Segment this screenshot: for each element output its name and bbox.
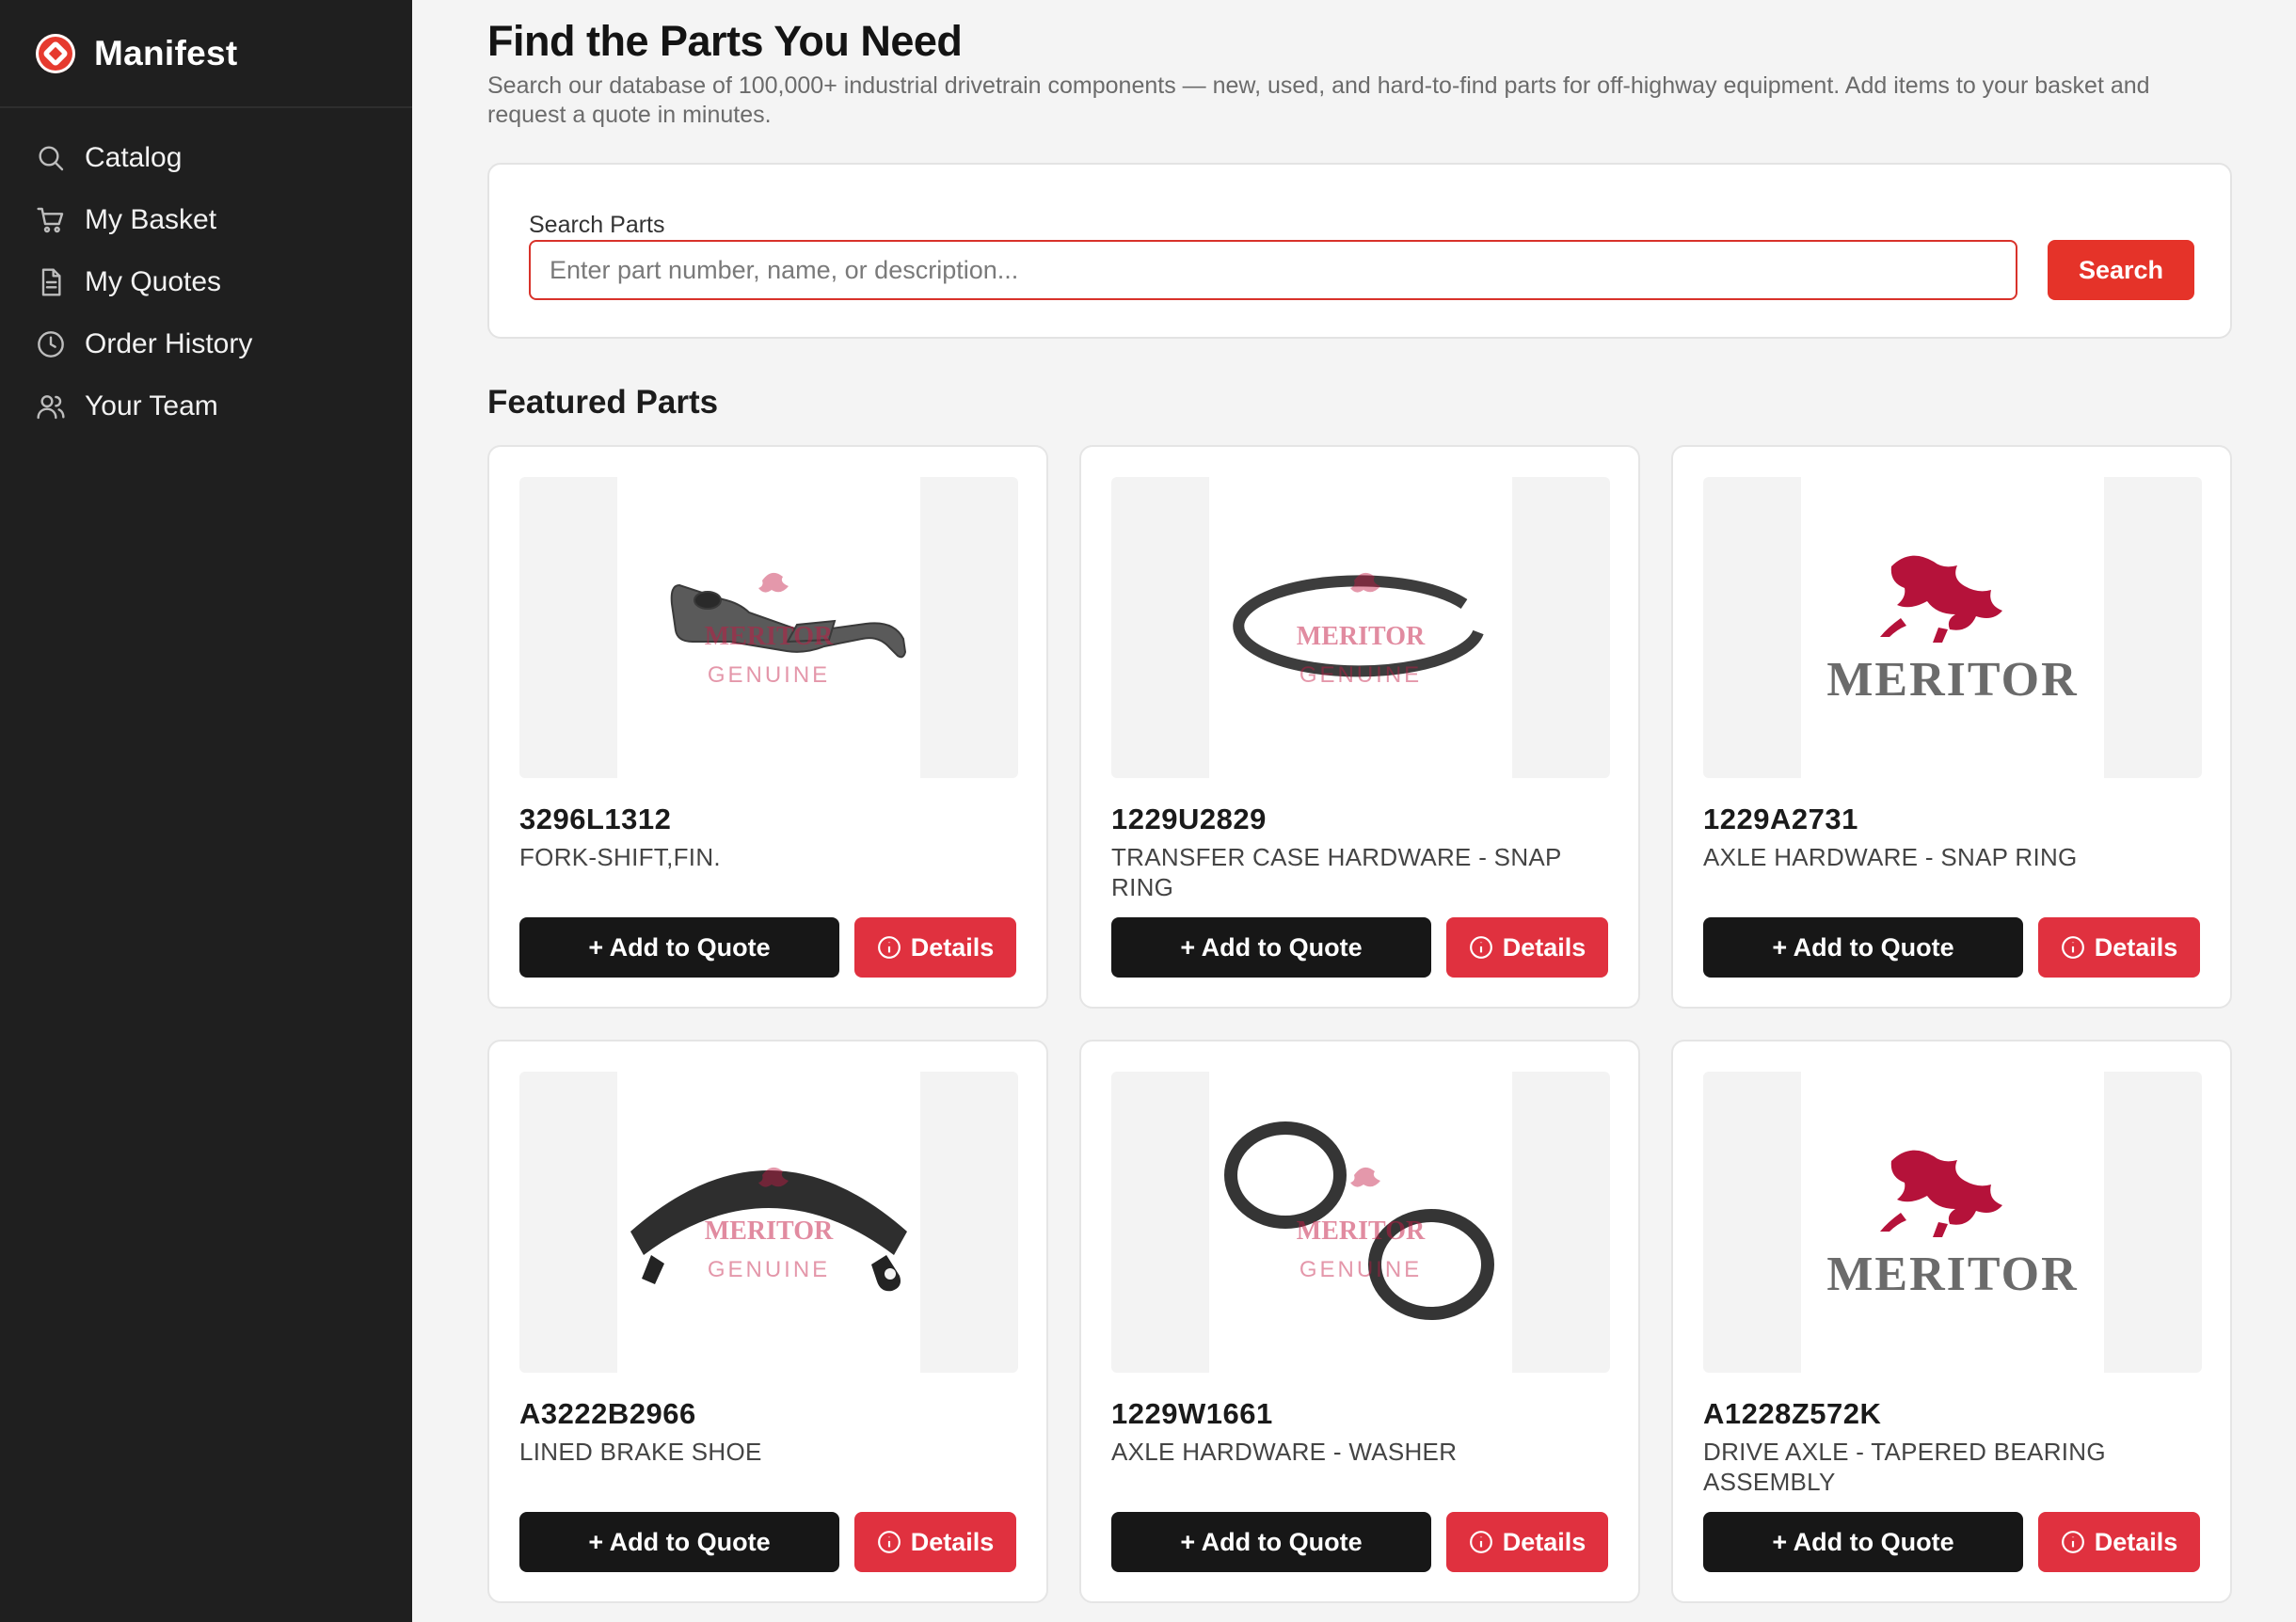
page-title: Find the Parts You Need (487, 17, 963, 65)
part-card: MERITOR GENUINE 1229W1661 AXLE HARDWARE … (1079, 1040, 1640, 1603)
add-to-quote-button[interactable]: + Add to Quote (1111, 917, 1431, 978)
sidebar-item-label: Order History (85, 328, 253, 359)
add-to-quote-button[interactable]: + Add to Quote (1111, 1512, 1431, 1572)
part-number: 1229U2829 (1111, 803, 1267, 835)
featured-parts-title: Featured Parts (487, 384, 719, 421)
watermark-sub: GENUINE (708, 1257, 830, 1282)
sidebar-item-my-basket[interactable]: My Basket (0, 189, 412, 251)
info-icon (1469, 935, 1493, 960)
meritor-logo-image: MERITOR (1826, 1150, 2078, 1301)
part-number: A1228Z572K (1703, 1397, 1882, 1430)
meritor-logo-image: MERITOR (1826, 555, 2078, 707)
add-to-quote-button[interactable]: + Add to Quote (519, 1512, 839, 1572)
shift-fork-image: MERITOR GENUINE (670, 572, 907, 688)
sidebar-item-catalog[interactable]: Catalog (0, 127, 412, 189)
search-button[interactable]: Search (2048, 240, 2194, 300)
details-button[interactable]: Details (2038, 917, 2200, 978)
add-to-quote-button[interactable]: + Add to Quote (519, 917, 839, 978)
search-input[interactable] (529, 240, 2017, 300)
watermark-brand: MERITOR (705, 622, 834, 651)
info-icon (877, 935, 901, 960)
part-card: MERITOR GENUINE 1229U2829 TRANSFER CASE … (1079, 445, 1640, 1009)
info-icon (1469, 1530, 1493, 1554)
watermark-sub: GENUINE (1299, 662, 1422, 688)
watermark-sub: GENUINE (1299, 1257, 1422, 1282)
add-to-quote-button[interactable]: + Add to Quote (1703, 1512, 2023, 1572)
watermark-brand: MERITOR (1297, 1216, 1426, 1246)
part-name: AXLE HARDWARE - WASHER (1111, 1438, 1458, 1466)
part-name: AXLE HARDWARE - SNAP RING (1703, 843, 2078, 871)
part-name: DRIVE AXLE - TAPERED BEARING ASSEMBLY (1703, 1438, 2106, 1496)
part-number: A3222B2966 (519, 1397, 696, 1430)
sidebar-nav: Catalog My Basket My Quotes Order Histor… (0, 108, 412, 437)
info-icon (877, 1530, 901, 1554)
part-image[interactable]: MERITOR (1703, 477, 2202, 778)
part-image[interactable]: MERITOR GENUINE (1111, 1072, 1610, 1373)
part-name: LINED BRAKE SHOE (519, 1438, 762, 1466)
details-label: Details (2094, 1527, 2178, 1556)
details-button[interactable]: Details (1446, 1512, 1608, 1572)
search-icon (36, 143, 66, 173)
manifest-logo-icon (36, 33, 75, 73)
sidebar-item-label: My Quotes (85, 266, 222, 297)
washers-image: MERITOR GENUINE (1224, 1121, 1494, 1320)
part-image[interactable]: MERITOR GENUINE (1111, 477, 1610, 778)
part-card: MERITOR A1228Z572K DRIVE AXLE - TAPERED … (1671, 1040, 2232, 1603)
details-label: Details (1502, 932, 1586, 962)
details-label: Details (910, 1527, 995, 1556)
brake-shoe-image: MERITOR GENUINE (630, 1167, 907, 1292)
sidebar-item-order-history[interactable]: Order History (0, 313, 412, 375)
details-button[interactable]: Details (854, 917, 1016, 978)
details-label: Details (910, 932, 995, 962)
watermark-sub: GENUINE (708, 662, 830, 688)
page-subtitle: Search our database of 100,000+ industri… (487, 72, 2150, 128)
app-name: Manifest (94, 33, 238, 72)
clock-icon (36, 329, 66, 359)
sidebar-item-label: My Basket (85, 204, 217, 235)
document-icon (36, 267, 66, 297)
details-label: Details (1502, 1527, 1586, 1556)
part-image[interactable]: MERITOR GENUINE (519, 477, 1018, 778)
part-name: TRANSFER CASE HARDWARE - SNAP RING (1111, 843, 1562, 901)
info-icon (2061, 935, 2085, 960)
part-number: 1229A2731 (1703, 803, 1858, 835)
sidebar-item-your-team[interactable]: Your Team (0, 375, 412, 437)
details-button[interactable]: Details (1446, 917, 1608, 978)
part-card: MERITOR 1229A2731 AXLE HARDWARE - SNAP R… (1671, 445, 2232, 1009)
watermark-brand: MERITOR (1297, 622, 1426, 651)
cart-icon (36, 205, 66, 235)
part-name: FORK-SHIFT,FIN. (519, 843, 721, 871)
details-button[interactable]: Details (2038, 1512, 2200, 1572)
sidebar-item-my-quotes[interactable]: My Quotes (0, 251, 412, 313)
add-to-quote-button[interactable]: + Add to Quote (1703, 917, 2023, 978)
snap-ring-image: MERITOR GENUINE (1233, 572, 1484, 688)
users-icon (36, 391, 66, 421)
sidebar-item-label: Catalog (85, 142, 183, 173)
part-image[interactable]: MERITOR (1703, 1072, 2202, 1373)
part-number: 1229W1661 (1111, 1397, 1273, 1430)
meritor-logo-text: MERITOR (1826, 653, 2078, 707)
meritor-logo-text: MERITOR (1826, 1248, 2078, 1301)
search-label: Search Parts (529, 212, 665, 238)
part-card: MERITOR GENUINE 3296L1312 FORK-SHIFT,FIN… (487, 445, 1048, 1009)
search-panel: Search Parts Search (487, 163, 2232, 339)
main-content: Find the Parts You Need Search our datab… (487, 0, 2232, 1603)
part-card: MERITOR GENUINE A3222B2966 LINED BRAKE S… (487, 1040, 1048, 1603)
sidebar-item-label: Your Team (85, 390, 218, 421)
info-icon (2061, 1530, 2085, 1554)
brand[interactable]: Manifest (0, 0, 412, 108)
part-number: 3296L1312 (519, 803, 672, 835)
part-image[interactable]: MERITOR GENUINE (519, 1072, 1018, 1373)
details-label: Details (2094, 932, 2178, 962)
details-button[interactable]: Details (854, 1512, 1016, 1572)
watermark-brand: MERITOR (705, 1216, 834, 1246)
sidebar: Manifest Catalog My Basket My Quotes Ord… (0, 0, 412, 1622)
